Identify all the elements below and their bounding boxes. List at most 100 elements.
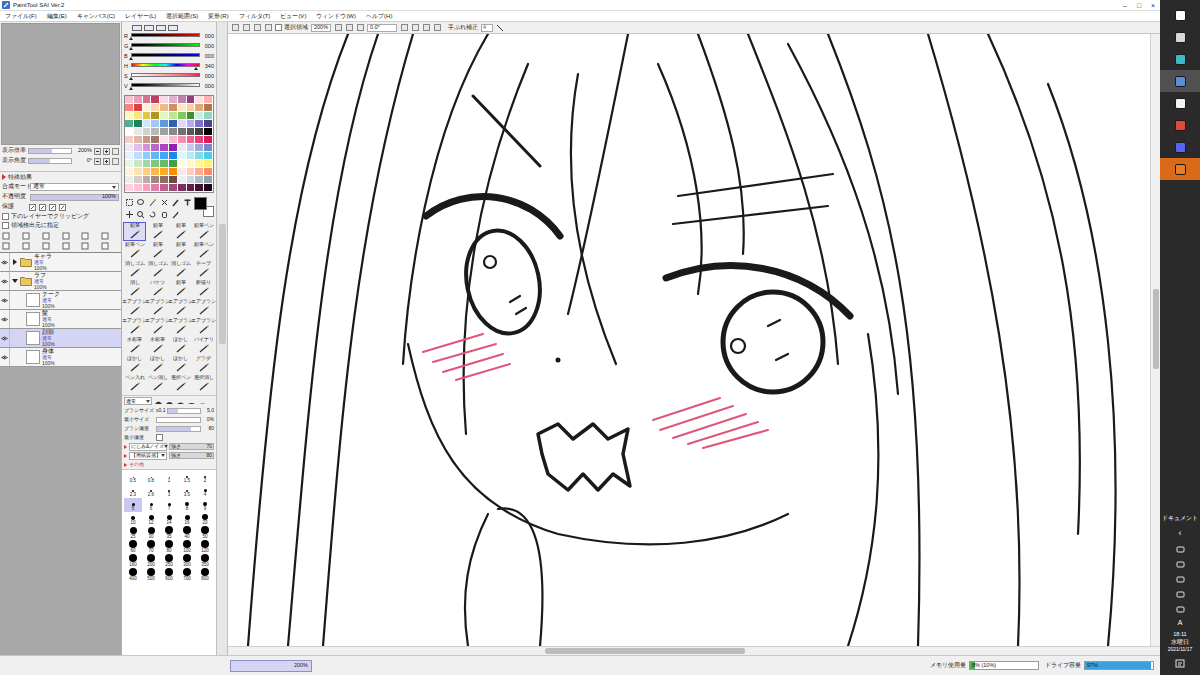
canvas[interactable] (228, 34, 1150, 646)
blank-icon[interactable] (182, 209, 192, 219)
palette-swatch[interactable] (125, 176, 134, 184)
palette-swatch[interactable] (169, 160, 178, 168)
size-preset[interactable]: 350 (196, 554, 214, 568)
param-slider-track[interactable] (156, 417, 201, 423)
palette-swatch[interactable] (160, 136, 169, 144)
palette-swatch[interactable] (125, 144, 134, 152)
layer-row[interactable]: 身体通常100% (0, 348, 121, 367)
size-preset[interactable]: 600 (160, 568, 178, 582)
palette-swatch[interactable] (160, 152, 169, 160)
eyedropper-icon[interactable] (171, 209, 181, 219)
rgb-mode-icon[interactable] (132, 25, 142, 31)
size-preset[interactable]: 0.8 (142, 470, 160, 484)
brush-preset[interactable]: 消し (123, 279, 146, 298)
brush-preset[interactable]: ぼかし (123, 355, 146, 374)
slider-marker[interactable] (129, 47, 133, 50)
slider-track[interactable] (131, 83, 200, 91)
palette-swatch[interactable] (151, 168, 160, 176)
palette-swatch[interactable] (187, 96, 196, 104)
brush-preset[interactable]: バイナリ (192, 336, 215, 355)
palette-swatch[interactable] (169, 112, 178, 120)
color-slider[interactable]: G000 (124, 42, 214, 52)
palette-swatch[interactable] (143, 152, 152, 160)
size-preset[interactable]: 3.5 (178, 484, 196, 498)
navigator-preview[interactable] (1, 23, 120, 145)
palette-swatch[interactable] (204, 168, 213, 176)
size-preset[interactable]: 2.6 (142, 484, 160, 498)
palette-swatch[interactable] (195, 160, 204, 168)
brush-preset[interactable]: 鉛筆 (169, 241, 192, 260)
palette-swatch[interactable] (195, 184, 204, 192)
zoom-out-icon[interactable] (334, 24, 342, 32)
menu-item[interactable]: 変形(R) (203, 13, 233, 19)
move-icon[interactable] (124, 209, 134, 219)
lock-icon[interactable] (81, 242, 89, 250)
palette-swatch[interactable] (169, 120, 178, 128)
size-preset[interactable]: 70 (142, 540, 160, 554)
palette-swatch[interactable] (143, 136, 152, 144)
palette-swatch[interactable] (195, 136, 204, 144)
lock-move-icon[interactable] (49, 204, 56, 211)
palette-swatch[interactable] (178, 160, 187, 168)
swatch-mode-icon[interactable] (168, 25, 178, 31)
color-slider[interactable]: S000 (124, 72, 214, 82)
palette-swatch[interactable] (187, 104, 196, 112)
lock-all-icon[interactable] (59, 204, 66, 211)
palette-swatch[interactable] (151, 104, 160, 112)
palette-swatch[interactable] (187, 160, 196, 168)
palette-swatch[interactable] (125, 104, 134, 112)
palette-swatch[interactable] (178, 144, 187, 152)
merge-icon[interactable] (81, 232, 89, 240)
palette-swatch[interactable] (204, 96, 213, 104)
palette-swatch[interactable] (195, 112, 204, 120)
brush-preset[interactable]: 消しゴム (123, 260, 146, 279)
taskbar-app[interactable] (1160, 136, 1200, 158)
palette-swatch[interactable] (143, 128, 152, 136)
duplicate-icon[interactable] (101, 232, 109, 240)
brush-preset[interactable]: エアブラシ (123, 298, 146, 317)
menu-item[interactable]: レイヤー(L) (120, 13, 161, 19)
taskbar-app[interactable] (1160, 48, 1200, 70)
param-slider-track[interactable] (156, 426, 201, 432)
rotate-icon[interactable] (147, 209, 157, 219)
palette-swatch[interactable] (160, 104, 169, 112)
palette-swatch[interactable] (125, 112, 134, 120)
menu-item[interactable]: 選択範囲(S) (161, 13, 203, 19)
brush-preset[interactable]: 水彩筆 (146, 336, 169, 355)
palette-swatch[interactable] (178, 120, 187, 128)
brush-preset[interactable]: ぼかし (169, 355, 192, 374)
texture-dropdown[interactable]: 【用紙質感】 (129, 452, 167, 460)
brush-preset[interactable]: ペン消し (146, 374, 169, 393)
rotate-reset-icon[interactable] (422, 24, 430, 32)
palette-swatch[interactable] (134, 128, 143, 136)
palette-swatch[interactable] (151, 112, 160, 120)
show-hidden-icons[interactable]: ‹ (1179, 529, 1182, 538)
new-layer-icon[interactable] (2, 232, 10, 240)
palette-swatch[interactable] (160, 112, 169, 120)
palette-swatch[interactable] (125, 120, 134, 128)
palette-swatch[interactable] (169, 144, 178, 152)
vertical-scrollbar[interactable] (1150, 34, 1160, 646)
size-preset[interactable]: 400 (124, 568, 142, 582)
palette-swatch[interactable] (143, 112, 152, 120)
slider-marker[interactable] (129, 77, 133, 80)
palette-swatch[interactable] (151, 152, 160, 160)
size-preset[interactable]: 120 (196, 540, 214, 554)
layer-row[interactable]: 顔部通常100% (0, 329, 121, 348)
palette-swatch[interactable] (178, 168, 187, 176)
hsv-mode-icon[interactable] (144, 25, 154, 31)
palette-swatch[interactable] (195, 152, 204, 160)
section-title[interactable]: その他 (129, 462, 144, 467)
slider-marker[interactable] (129, 37, 133, 40)
palette-swatch[interactable] (151, 160, 160, 168)
taskbar-label[interactable]: ドキュメント (1162, 516, 1198, 522)
palette-swatch[interactable] (169, 104, 178, 112)
palette-swatch[interactable] (160, 168, 169, 176)
menu-item[interactable]: フィルタ(T) (234, 13, 276, 19)
palette-swatch[interactable] (143, 144, 152, 152)
palette-swatch[interactable] (134, 96, 143, 104)
palette-swatch[interactable] (204, 184, 213, 192)
tip-square-icon[interactable] (187, 398, 196, 405)
lock-paint-icon[interactable] (39, 204, 46, 211)
wifi-icon[interactable] (1175, 559, 1185, 569)
